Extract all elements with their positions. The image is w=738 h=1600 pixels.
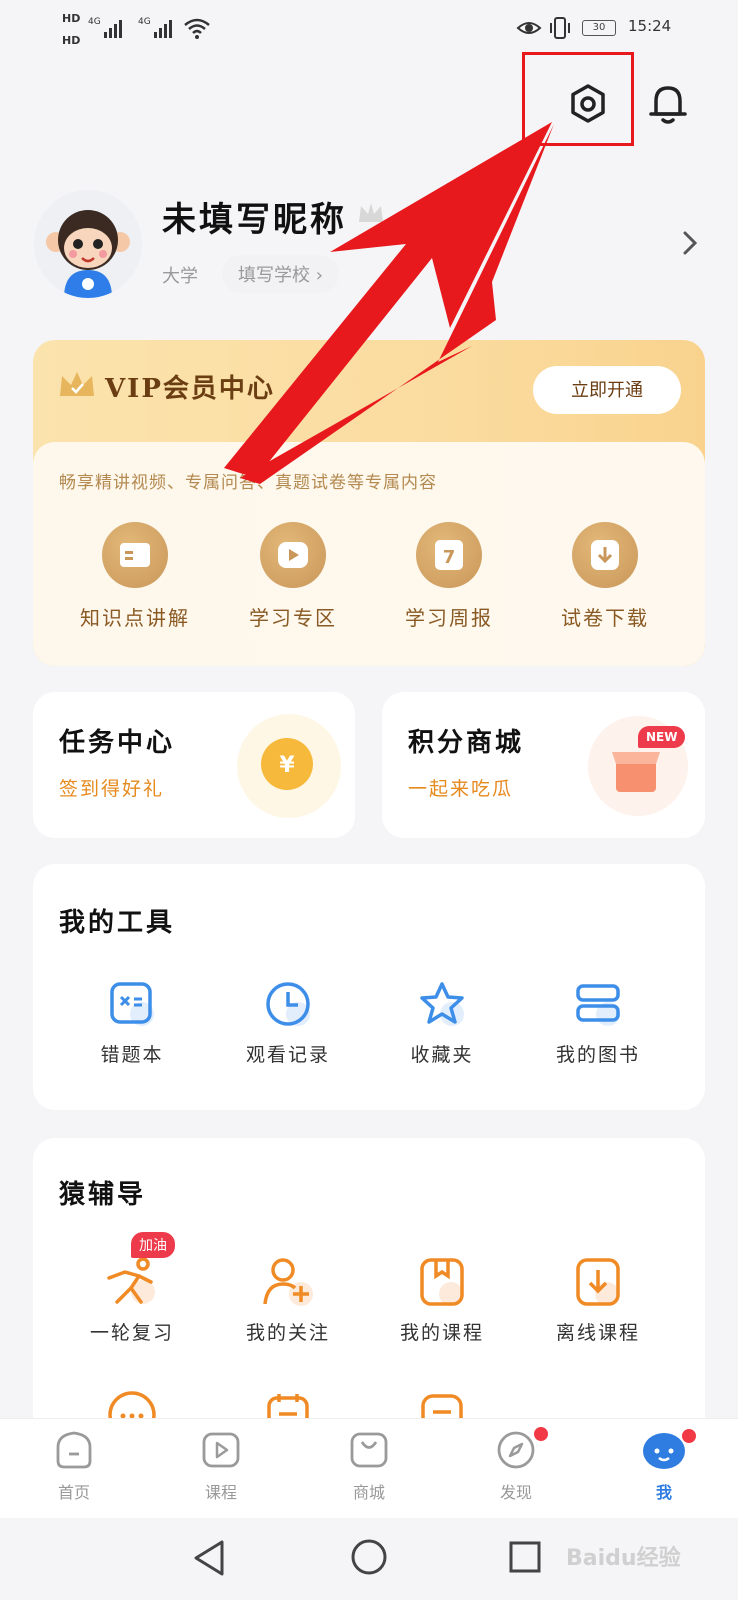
chevron-right-icon[interactable]	[680, 228, 700, 262]
tool-favorites[interactable]: 收藏夹	[367, 980, 517, 1067]
tab-label: 课程	[204, 1483, 237, 1502]
books-icon	[574, 980, 622, 1028]
my-tools-title: 我的工具	[59, 908, 176, 938]
eye-icon	[516, 18, 542, 42]
battery-indicator: 30	[582, 20, 616, 36]
hd-indicator-2: HD	[62, 34, 81, 47]
tool-label: 一轮复习	[89, 1322, 174, 1344]
me-notification-dot	[680, 1427, 698, 1445]
tab-home[interactable]: 首页	[34, 1429, 114, 1503]
crown-icon	[57, 368, 97, 404]
points-mall-title: 积分商城	[408, 728, 525, 758]
back-icon[interactable]	[192, 1538, 228, 1582]
star-icon	[418, 980, 466, 1028]
tab-label: 首页	[57, 1483, 90, 1502]
tool-label: 我的图书	[555, 1044, 640, 1066]
tab-bar: 首页 课程 商城 发现 我	[0, 1418, 738, 1518]
vip-feature-label: 学习专区	[249, 606, 337, 630]
tool-label: 观看记录	[245, 1044, 330, 1066]
add-user-icon	[261, 1256, 315, 1308]
cheer-badge: 加油	[131, 1232, 175, 1258]
tool-label: 我的关注	[245, 1322, 330, 1344]
vip-feature-label: 试卷下载	[561, 606, 649, 630]
wrong-questions-icon	[108, 980, 156, 1028]
tool-label: 我的课程	[399, 1322, 484, 1344]
vip-open-button[interactable]: 立即开通	[533, 366, 681, 414]
education-level: 大学	[162, 266, 198, 287]
calendar-7-icon: 7	[416, 522, 482, 588]
svg-text:7: 7	[443, 547, 456, 568]
tool-label: 收藏夹	[410, 1044, 474, 1066]
svg-text:4G: 4G	[88, 17, 101, 27]
vip-card[interactable]: VIP会员中心 立即开通 畅享精讲视频、专属问答、真题试卷等专属内容 知识点讲解…	[33, 340, 705, 666]
tool-label: 错题本	[100, 1044, 164, 1066]
vip-feature-study-zone[interactable]: 学习专区	[223, 522, 363, 631]
home-nav-icon[interactable]	[350, 1538, 388, 1580]
vip-title: VIP会员中心	[105, 374, 275, 404]
mall-icon	[348, 1429, 409, 1475]
offline-download-icon	[573, 1256, 623, 1308]
vip-feature-label: 知识点讲解	[80, 606, 190, 630]
play-icon	[260, 522, 326, 588]
tool-wrong-questions[interactable]: 错题本	[57, 980, 207, 1067]
signal-icon-2: 4G	[138, 14, 186, 46]
bell-icon[interactable]	[642, 78, 694, 130]
recents-icon[interactable]	[508, 1540, 542, 1578]
course-box-icon	[417, 1256, 467, 1308]
clock-icon	[264, 980, 312, 1028]
avatar[interactable]	[34, 190, 142, 298]
vibrate-icon	[548, 16, 572, 44]
points-mall-card[interactable]: 积分商城 一起来吃瓜 NEW	[382, 692, 705, 838]
signal-icon: 4G	[88, 14, 136, 46]
new-badge: NEW	[638, 726, 686, 748]
vip-feature-knowledge[interactable]: 知识点讲解	[65, 522, 205, 631]
svg-text:4G: 4G	[138, 17, 151, 27]
tutoring-offline-courses[interactable]: 离线课程	[523, 1256, 673, 1345]
vip-feature-download[interactable]: 试卷下载	[535, 522, 675, 631]
wifi-icon	[182, 16, 212, 44]
tutoring-my-follows[interactable]: 我的关注	[213, 1256, 363, 1345]
my-tools-card: 我的工具 错题本 观看记录 收藏夹 我的图书	[33, 864, 705, 1110]
nickname[interactable]: 未填写昵称	[162, 192, 347, 241]
task-center-title: 任务中心	[59, 728, 176, 758]
vip-feature-weekly-report[interactable]: 7 学习周报	[379, 522, 519, 631]
crown-badge-icon	[356, 200, 386, 230]
course-icon	[200, 1429, 261, 1475]
tutoring-title: 猿辅导	[59, 1180, 147, 1210]
hd-indicator-1: HD	[62, 12, 81, 25]
school-chip[interactable]: 填写学校 ›	[222, 255, 339, 293]
tab-courses[interactable]: 课程	[181, 1429, 261, 1503]
tutoring-first-review[interactable]: 一轮复习	[57, 1256, 207, 1345]
running-icon	[103, 1256, 161, 1308]
tool-label: 离线课程	[555, 1322, 640, 1344]
book-icon	[102, 522, 168, 588]
points-mall-subtitle: 一起来吃瓜	[408, 778, 514, 800]
vip-benefits-panel: 畅享精讲视频、专属问答、真题试卷等专属内容 知识点讲解 学习专区 7 学习周报 …	[33, 442, 705, 666]
tool-my-books[interactable]: 我的图书	[523, 980, 673, 1067]
tab-mall[interactable]: 商城	[329, 1429, 409, 1503]
yuan-coin-icon: ¥	[237, 714, 341, 818]
status-time: 15:24	[628, 17, 672, 35]
vip-feature-label: 学习周报	[405, 606, 493, 630]
status-bar: HD HD 4G 4G 30 15:24	[0, 0, 738, 56]
tutoring-card: 猿辅导 一轮复习 加油 我的关注 我的课程 离线课程	[33, 1138, 705, 1439]
download-icon	[572, 522, 638, 588]
task-center-card[interactable]: 任务中心 签到得好礼 ¥	[33, 692, 355, 838]
annotation-highlight-box	[522, 52, 634, 146]
vip-description: 畅享精讲视频、专属问答、真题试卷等专属内容	[59, 473, 437, 493]
tutoring-my-courses[interactable]: 我的课程	[367, 1256, 517, 1345]
system-nav-bar: Baidu经验	[0, 1518, 738, 1600]
tool-watch-history[interactable]: 观看记录	[213, 980, 363, 1067]
baidu-watermark: Baidu经验	[566, 1546, 681, 1571]
tab-label: 商城	[352, 1483, 385, 1502]
home-icon	[53, 1429, 114, 1475]
discover-notification-dot	[532, 1425, 550, 1443]
tab-label: 发现	[499, 1483, 532, 1502]
task-center-subtitle: 签到得好礼	[59, 778, 165, 800]
coin-symbol: ¥	[279, 753, 295, 778]
tab-label: 我	[655, 1483, 672, 1502]
